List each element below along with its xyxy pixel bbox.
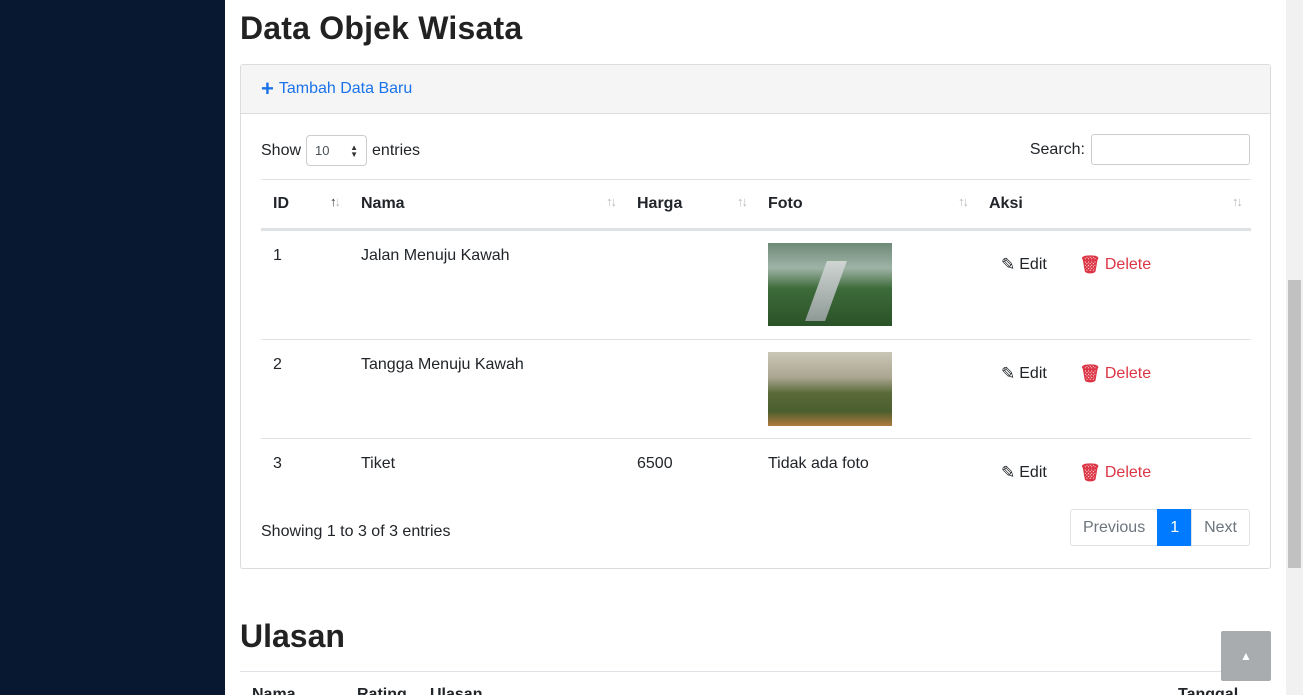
entries-select[interactable]: 10 ▲ ▼ bbox=[306, 135, 368, 166]
column-header-id[interactable]: ID ↑↓ bbox=[261, 179, 349, 231]
cell-id: 3 bbox=[273, 455, 282, 472]
cell-aksi: ✎ Edit 🗑 Delete bbox=[977, 229, 1251, 340]
sort-icon: ↑↓ bbox=[737, 194, 748, 209]
cell-id: 1 bbox=[261, 229, 349, 340]
cell-id: 2 bbox=[261, 339, 349, 439]
table-header-row: ID ↑↓ Nama ↑↓ Harga ↑↓ Foto ↑↓ Aksi ↑↓ bbox=[261, 179, 1251, 231]
edit-button[interactable]: ✎ Edit bbox=[1001, 255, 1047, 275]
delete-button[interactable]: 🗑 Delete bbox=[1079, 364, 1151, 384]
reviews-column-ulasan[interactable]: Ulasan bbox=[430, 686, 482, 695]
next-page-button[interactable]: Next bbox=[1191, 509, 1250, 546]
sort-icon: ↑↓ bbox=[1232, 194, 1243, 209]
table-row: 1 Jalan Menuju Kawah ✎ Edit 🗑 Delete bbox=[261, 229, 1251, 340]
column-header-foto[interactable]: Foto ↑↓ bbox=[756, 179, 977, 231]
cell-harga: 6500 bbox=[637, 455, 673, 472]
trash-icon: 🗑 bbox=[1079, 463, 1101, 482]
reviews-title: Ulasan bbox=[240, 618, 345, 654]
sort-asc-icon: ↑↓ bbox=[330, 194, 341, 209]
plus-icon: + bbox=[261, 76, 274, 101]
cell-harga bbox=[625, 339, 756, 439]
search-control: Search: bbox=[1030, 134, 1250, 165]
cell-aksi: ✎ Edit 🗑 Delete bbox=[977, 339, 1251, 439]
sort-icon: ↑↓ bbox=[606, 194, 617, 209]
edit-button[interactable]: ✎ Edit bbox=[1001, 364, 1047, 384]
reviews-column-rating[interactable]: Rating bbox=[357, 686, 407, 695]
cell-harga bbox=[625, 229, 756, 340]
data-card: + Tambah Data Baru Show 10 ▲ ▼ entries Se… bbox=[240, 64, 1271, 569]
sort-icon: ↑↓ bbox=[958, 194, 969, 209]
delete-button[interactable]: 🗑 Delete bbox=[1079, 255, 1151, 275]
back-to-top-button[interactable]: ▲ bbox=[1221, 631, 1271, 681]
reviews-column-nama[interactable]: Nama bbox=[252, 686, 296, 695]
card-header: + Tambah Data Baru bbox=[241, 65, 1270, 114]
photo-thumbnail bbox=[768, 243, 892, 326]
chevron-up-icon: ▲ bbox=[1240, 649, 1252, 663]
delete-button[interactable]: 🗑 Delete bbox=[1079, 463, 1151, 483]
column-header-aksi[interactable]: Aksi ↑↓ bbox=[977, 179, 1251, 231]
edit-icon: ✎ bbox=[1001, 364, 1016, 383]
main-content: Data Objek Wisata + Tambah Data Baru Sho… bbox=[225, 0, 1286, 695]
cell-nama: Jalan Menuju Kawah bbox=[349, 229, 625, 340]
pagination: Previous 1 Next bbox=[1069, 509, 1250, 546]
table-info: Showing 1 to 3 of 3 entries bbox=[261, 523, 451, 540]
cell-aksi: ✎ Edit 🗑 Delete bbox=[977, 439, 1251, 496]
divider bbox=[240, 671, 1271, 672]
page-title: Data Objek Wisata bbox=[240, 10, 523, 46]
edit-button[interactable]: ✎ Edit bbox=[1001, 463, 1047, 483]
previous-page-button[interactable]: Previous bbox=[1069, 509, 1159, 546]
add-new-data-button[interactable]: + Tambah Data Baru bbox=[261, 78, 412, 100]
length-suffix: entries bbox=[372, 141, 421, 159]
length-prefix: Show bbox=[261, 141, 302, 159]
cell-foto bbox=[756, 229, 977, 340]
cell-foto: Tidak ada foto bbox=[768, 455, 869, 472]
page-scrollbar[interactable] bbox=[1286, 0, 1303, 695]
scrollbar-thumb[interactable] bbox=[1288, 280, 1301, 568]
column-header-nama[interactable]: Nama ↑↓ bbox=[349, 179, 625, 231]
edit-icon: ✎ bbox=[1001, 463, 1016, 482]
photo-thumbnail bbox=[768, 352, 892, 426]
entries-select-value: 10 bbox=[315, 143, 330, 158]
updown-icon: ▲ ▼ bbox=[350, 142, 359, 159]
reviews-column-tanggal[interactable]: Tanggal bbox=[1178, 686, 1238, 695]
cell-foto bbox=[756, 339, 977, 439]
trash-icon: 🗑 bbox=[1079, 364, 1101, 383]
trash-icon: 🗑 bbox=[1079, 255, 1101, 274]
table-row: 3 Tiket 6500 Tidak ada foto ✎ Edit 🗑 Delet… bbox=[261, 439, 1251, 496]
search-label: Search: bbox=[1029, 140, 1085, 158]
edit-icon: ✎ bbox=[1001, 255, 1016, 274]
table-row: 2 Tangga Menuju Kawah ✎ Edit 🗑 Delete bbox=[261, 339, 1251, 439]
page-button-1[interactable]: 1 bbox=[1157, 509, 1193, 546]
column-header-harga[interactable]: Harga ↑↓ bbox=[625, 179, 756, 231]
search-input[interactable] bbox=[1091, 134, 1250, 165]
data-table: ID ↑↓ Nama ↑↓ Harga ↑↓ Foto ↑↓ Aksi ↑↓ 1… bbox=[261, 179, 1251, 496]
cell-nama: Tiket bbox=[361, 455, 396, 472]
add-new-data-label: Tambah Data Baru bbox=[278, 80, 413, 97]
entries-length-control: Show 10 ▲ ▼ entries bbox=[261, 135, 420, 166]
sidebar bbox=[0, 0, 225, 695]
cell-nama: Tangga Menuju Kawah bbox=[349, 339, 625, 439]
